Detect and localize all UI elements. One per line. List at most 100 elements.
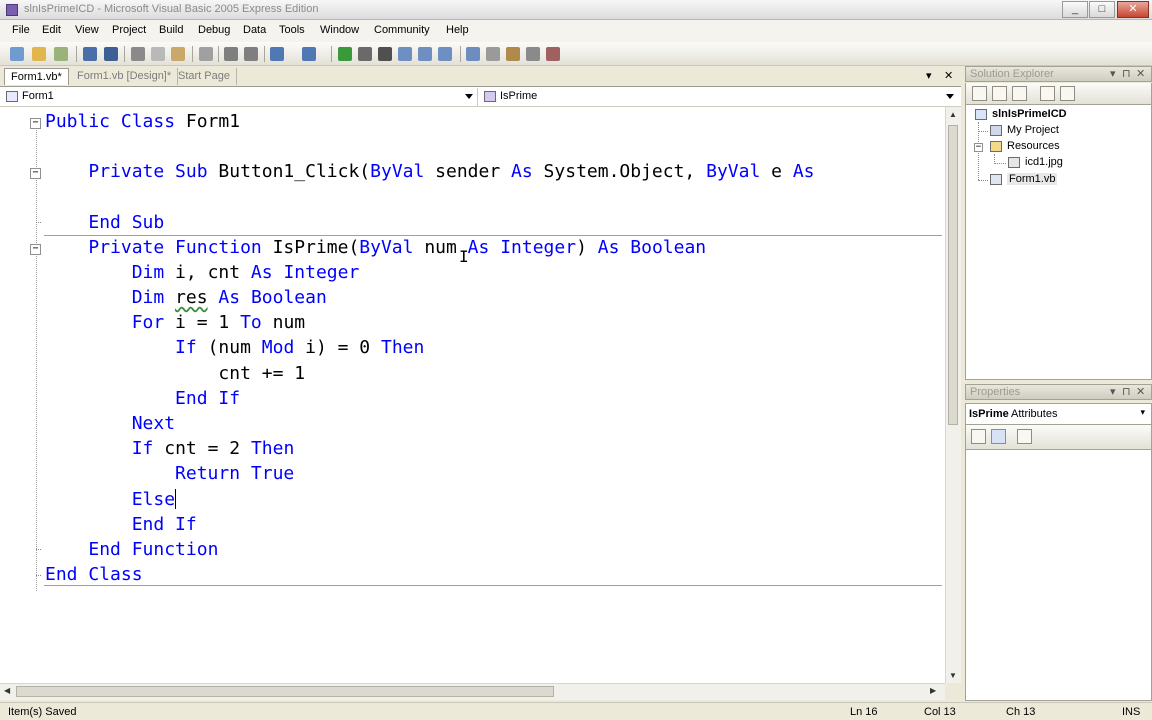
code-line[interactable]: cnt += 1 <box>45 361 305 386</box>
close-window-button[interactable]: ✕ <box>1117 1 1149 18</box>
menu-edit[interactable]: Edit <box>42 24 61 36</box>
code-keyword: Then <box>380 337 425 358</box>
menu-data[interactable]: Data <box>243 24 266 36</box>
class-name-combo[interactable]: Form1 <box>2 88 478 106</box>
code-editor[interactable]: − − − Public Class Form1 Private Sub But… <box>0 107 945 683</box>
pause-icon[interactable] <box>358 47 372 61</box>
panel-dropdown-icon[interactable]: ▾ <box>1110 67 1116 80</box>
menu-community[interactable]: Community <box>374 24 430 36</box>
properties-object-combo[interactable]: IsPrime Attributes ▾ <box>965 403 1152 425</box>
scroll-right-icon[interactable]: ▶ <box>930 686 936 695</box>
code-line[interactable]: Public Class Form1 <box>45 109 240 134</box>
toolbox-icon[interactable] <box>506 47 520 61</box>
close-tab-icon[interactable]: ✕ <box>944 69 953 82</box>
categorized-button[interactable] <box>971 429 986 444</box>
code-keyword: Dim <box>131 262 165 283</box>
maximize-button[interactable]: □ <box>1089 1 1115 18</box>
code-line[interactable]: Private Sub Button1_Click(ByVal sender A… <box>45 159 814 184</box>
open-icon[interactable] <box>32 47 46 61</box>
tab-list-dropdown-icon[interactable]: ▾ <box>926 69 932 82</box>
collapse-sub-toggle[interactable]: − <box>30 168 41 179</box>
start-debug-icon[interactable] <box>338 47 352 61</box>
pin-icon[interactable]: ⊓ <box>1122 67 1131 80</box>
code-keyword: Else <box>131 489 176 510</box>
start-page-icon[interactable] <box>546 47 560 61</box>
code-line[interactable]: Else <box>45 487 177 512</box>
code-line[interactable]: Private Function IsPrime(ByVal num As In… <box>45 235 706 260</box>
standard-toolbar <box>0 42 1152 66</box>
scroll-down-icon[interactable]: ▼ <box>949 671 957 680</box>
add-project-icon[interactable] <box>10 47 24 61</box>
collapse-class-toggle[interactable]: − <box>30 118 41 129</box>
code-line[interactable]: End Class <box>45 562 143 587</box>
panel-dropdown-icon[interactable]: ▾ <box>1110 385 1116 398</box>
toolbar-separator <box>460 46 461 62</box>
add-item-icon[interactable] <box>54 47 68 61</box>
code-line[interactable]: End If <box>45 512 197 537</box>
code-line[interactable]: Next <box>45 411 175 436</box>
save-icon[interactable] <box>83 47 97 61</box>
scroll-left-icon[interactable]: ◀ <box>4 686 10 695</box>
properties-icon[interactable] <box>486 47 500 61</box>
horizontal-scroll-thumb[interactable] <box>16 686 554 697</box>
find-icon[interactable] <box>199 47 213 61</box>
code-line[interactable]: End Function <box>45 537 218 562</box>
method-name-combo[interactable]: IsPrime <box>480 88 958 106</box>
close-panel-icon[interactable]: ✕ <box>1136 385 1145 398</box>
editor-horizontal-scrollbar[interactable]: ◀ ▶ <box>0 683 945 700</box>
pin-icon[interactable]: ⊓ <box>1122 385 1131 398</box>
alphabetical-button[interactable] <box>991 429 1006 444</box>
collapse-resources-toggle[interactable]: − <box>974 143 983 152</box>
code-line[interactable]: Dim res As Boolean <box>45 285 327 310</box>
comment-icon[interactable] <box>224 47 238 61</box>
menu-project[interactable]: Project <box>112 24 146 36</box>
code-line[interactable]: Return True <box>45 461 294 486</box>
menu-debug[interactable]: Debug <box>198 24 230 36</box>
step-into-icon[interactable] <box>398 47 412 61</box>
vertical-scroll-thumb[interactable] <box>948 125 958 425</box>
code-line[interactable]: If cnt = 2 Then <box>45 436 295 461</box>
menu-build[interactable]: Build <box>159 24 183 36</box>
menu-file[interactable]: File <box>12 24 30 36</box>
save-all-icon[interactable] <box>104 47 118 61</box>
tab-start-page[interactable]: Start Page <box>172 68 237 85</box>
properties-button[interactable] <box>972 86 987 101</box>
tab-form1-vb[interactable]: Form1.vb* <box>4 68 69 85</box>
tab-form1-design[interactable]: Form1.vb [Design]* <box>71 68 179 85</box>
code-line[interactable]: End Sub <box>45 210 164 235</box>
step-out-icon[interactable] <box>438 47 452 61</box>
menu-window[interactable]: Window <box>320 24 359 36</box>
view-code-button[interactable] <box>1040 86 1055 101</box>
editor-vertical-scrollbar[interactable]: ▲ ▼ <box>945 107 961 683</box>
code-line[interactable]: Dim i, cnt As Integer <box>45 260 360 285</box>
minimize-button[interactable]: _ <box>1062 1 1088 18</box>
code-line[interactable]: If (num Mod i) = 0 Then <box>45 335 424 360</box>
close-panel-icon[interactable]: ✕ <box>1136 67 1145 80</box>
view-designer-button[interactable] <box>1060 86 1075 101</box>
scroll-up-icon[interactable]: ▲ <box>949 110 957 119</box>
solution-explorer-icon[interactable] <box>466 47 480 61</box>
redo-icon[interactable] <box>302 47 316 61</box>
uncomment-icon[interactable] <box>244 47 258 61</box>
show-all-files-button[interactable] <box>992 86 1007 101</box>
refresh-button[interactable] <box>1012 86 1027 101</box>
copy-icon[interactable] <box>151 47 165 61</box>
cut-icon[interactable] <box>131 47 145 61</box>
collapse-function-toggle[interactable]: − <box>30 244 41 255</box>
menu-view[interactable]: View <box>75 24 99 36</box>
menu-tools[interactable]: Tools <box>279 24 305 36</box>
stop-icon[interactable] <box>378 47 392 61</box>
step-over-icon[interactable] <box>418 47 432 61</box>
undo-icon[interactable] <box>270 47 284 61</box>
title-bar: slnIsPrimeICD - Microsoft Visual Basic 2… <box>0 0 1152 20</box>
code-line[interactable]: End If <box>45 386 240 411</box>
code-line[interactable]: For i = 1 To num <box>45 310 305 335</box>
tree-label: slnIsPrimeICD <box>992 108 1067 120</box>
menu-help[interactable]: Help <box>446 24 469 36</box>
tools-icon[interactable] <box>526 47 540 61</box>
property-pages-button[interactable] <box>1017 429 1032 444</box>
paste-icon[interactable] <box>171 47 185 61</box>
